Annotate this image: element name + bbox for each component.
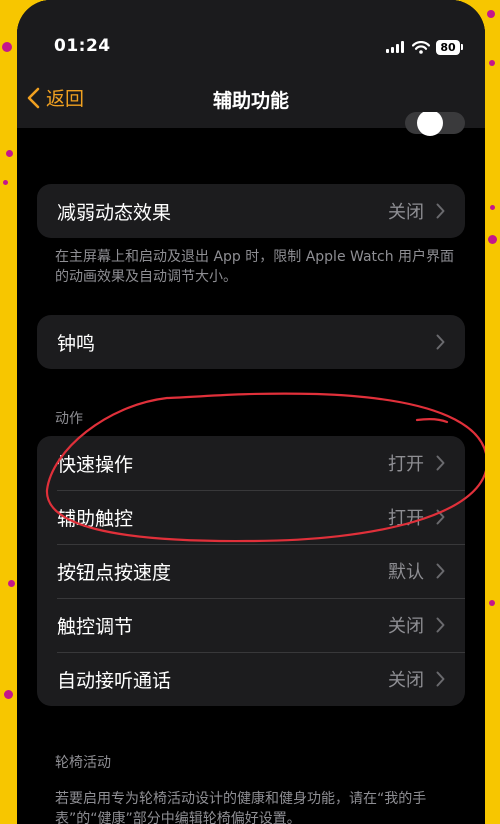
backdrop-dot bbox=[4, 690, 13, 699]
backdrop-dot bbox=[489, 600, 495, 606]
watch-settings-screen: 01:24 80 返回 辅助功能 减弱动态效果 关闭 在主屏幕上和启动及退出 A… bbox=[17, 0, 485, 824]
backdrop-dot bbox=[490, 205, 495, 210]
backdrop-dot bbox=[2, 42, 12, 52]
backdrop-dot bbox=[3, 180, 8, 185]
backdrop-dot bbox=[8, 580, 15, 587]
backdrop-dot bbox=[6, 150, 13, 157]
backdrop-dot bbox=[488, 235, 497, 244]
backdrop-dot bbox=[489, 60, 495, 66]
backdrop-dot bbox=[487, 10, 495, 18]
red-circle-annotation bbox=[45, 392, 485, 543]
